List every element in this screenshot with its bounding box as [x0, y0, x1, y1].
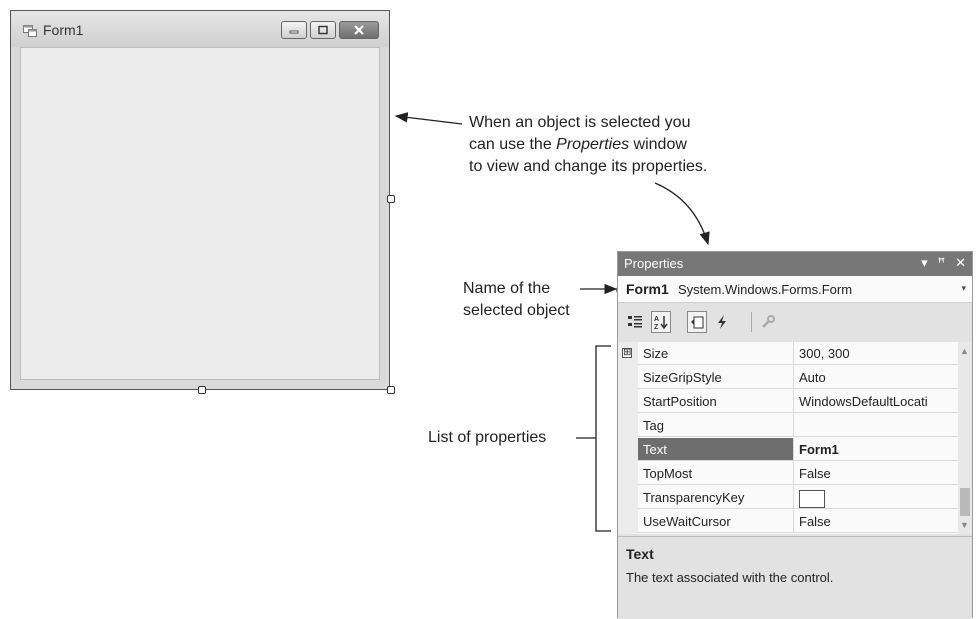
row-gutter	[618, 486, 638, 510]
property-value[interactable]: Auto	[794, 366, 958, 389]
property-value[interactable]: 300, 300	[794, 342, 958, 365]
property-grid[interactable]: ⊞ Size 300, 300 SizeGripStyle Auto Start…	[618, 342, 958, 534]
svg-text:Z: Z	[654, 324, 659, 330]
pin-icon[interactable]: ꟸ	[938, 255, 946, 271]
property-row-tag[interactable]: Tag	[618, 414, 958, 438]
callout-emphasis: Properties	[556, 136, 630, 153]
expand-icon[interactable]: ⊞	[622, 348, 632, 358]
properties-icon[interactable]	[687, 311, 707, 333]
description-pane: Text The text associated with the contro…	[618, 536, 972, 619]
properties-titlebar[interactable]: Properties ▾ ꟸ ✕	[618, 252, 972, 276]
categorized-icon[interactable]	[625, 311, 645, 333]
property-value[interactable]: WindowsDefaultLocati	[794, 390, 958, 413]
arrow-to-form	[394, 112, 463, 125]
callout-line: to view and change its properties.	[469, 158, 708, 175]
properties-toolbar: AZ	[618, 302, 972, 340]
object-name: Form1	[626, 281, 669, 297]
property-row-startposition[interactable]: StartPosition WindowsDefaultLocati	[618, 390, 958, 414]
row-gutter	[618, 414, 638, 438]
property-value[interactable]	[794, 414, 958, 437]
property-row-usewaitcursor[interactable]: UseWaitCursor False	[618, 510, 958, 534]
row-gutter	[618, 438, 638, 462]
property-value[interactable]	[794, 486, 958, 509]
row-gutter	[618, 390, 638, 414]
callout-text-part: window	[629, 136, 687, 153]
properties-window[interactable]: Properties ▾ ꟸ ✕ Form1 System.Windows.Fo…	[617, 251, 973, 619]
property-row-sizegripstyle[interactable]: SizeGripStyle Auto	[618, 366, 958, 390]
property-pages-icon[interactable]	[758, 311, 778, 333]
property-name: Size	[638, 342, 794, 365]
property-name: TransparencyKey	[638, 486, 794, 509]
property-name: Tag	[638, 414, 794, 437]
property-row-size[interactable]: ⊞ Size 300, 300	[618, 342, 958, 366]
property-row-topmost[interactable]: TopMost False	[618, 462, 958, 486]
callout-line: can use the Properties window	[469, 134, 707, 156]
property-name: StartPosition	[638, 390, 794, 413]
callout-text-part: can use the	[469, 136, 557, 153]
list-of-properties-label: List of properties	[428, 429, 547, 446]
description-title: Text	[626, 546, 654, 562]
property-name: Text	[638, 438, 794, 461]
arrow-to-properties	[654, 182, 710, 246]
properties-title: Properties	[624, 256, 684, 271]
property-grid-scrollbar[interactable]: ▲ ▼	[958, 342, 972, 534]
chevron-down-icon[interactable]: ▾	[961, 283, 966, 294]
dropdown-icon[interactable]: ▾	[921, 255, 928, 271]
properties-bracket	[595, 345, 611, 532]
object-selector[interactable]: Form1 System.Windows.Forms.Form ▾	[618, 276, 972, 303]
callout-line: When an object is selected you	[469, 114, 691, 131]
property-value[interactable]: False	[794, 462, 958, 485]
toolbar-separator	[751, 312, 752, 332]
row-gutter	[618, 366, 638, 390]
callout-text: When an object is selected you can use t…	[469, 112, 707, 178]
scrollbar-thumb[interactable]	[960, 488, 970, 516]
svg-text:A: A	[654, 316, 659, 323]
property-row-transparencykey[interactable]: TransparencyKey	[618, 486, 958, 510]
property-name: TopMost	[638, 462, 794, 485]
row-gutter	[618, 462, 638, 486]
row-gutter	[618, 510, 638, 534]
description-text: The text associated with the control.	[626, 570, 834, 585]
name-label-line: Name of the	[463, 280, 551, 297]
property-value[interactable]: Form1	[794, 438, 958, 461]
close-icon[interactable]: ✕	[955, 255, 966, 271]
object-type: System.Windows.Forms.Form	[678, 282, 853, 297]
property-name: SizeGripStyle	[638, 366, 794, 389]
property-name: UseWaitCursor	[638, 510, 794, 533]
events-icon[interactable]	[712, 311, 732, 333]
color-swatch[interactable]	[799, 489, 825, 508]
alphabetical-icon[interactable]: AZ	[651, 311, 671, 333]
name-label: Name of the selected object	[463, 278, 570, 322]
property-row-text[interactable]: Text Form1	[618, 438, 958, 462]
scroll-up-icon[interactable]: ▲	[960, 346, 969, 356]
property-value[interactable]: False	[794, 510, 958, 533]
scroll-down-icon[interactable]: ▼	[960, 520, 969, 530]
name-label-line: selected object	[463, 302, 570, 319]
